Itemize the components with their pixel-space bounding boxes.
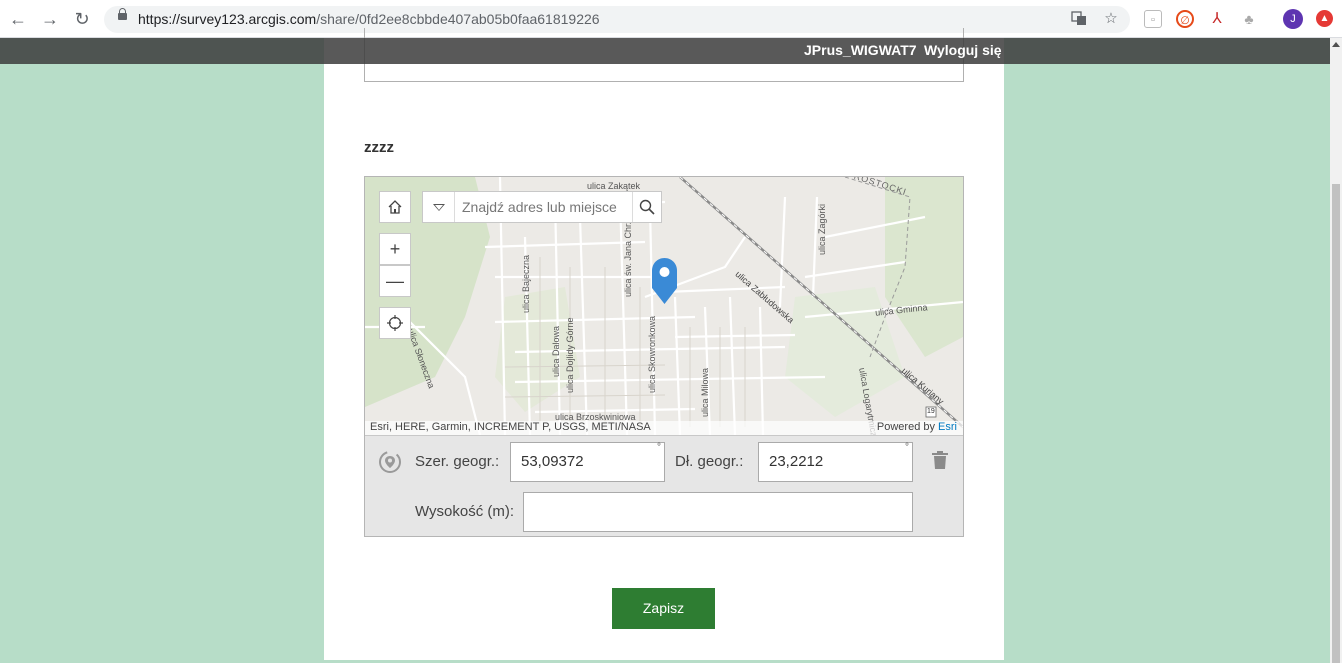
map-attribution: Esri, HERE, Garmin, INCREMENT P, USGS, M…	[365, 421, 963, 435]
road-shield: 19	[927, 408, 935, 415]
question-label: zzzz	[364, 139, 394, 156]
degree-symbol: °	[657, 442, 661, 453]
translate-icon[interactable]	[1070, 10, 1088, 28]
extension-pocket-icon[interactable]: ▫	[1144, 10, 1162, 28]
esri-link[interactable]: Esri	[938, 421, 957, 433]
street-label: ulica Bajeczna	[521, 254, 531, 313]
altitude-input[interactable]	[523, 492, 913, 532]
powered-by-text: Powered by	[876, 421, 935, 433]
star-bookmark-icon[interactable]: ☆	[1102, 10, 1120, 28]
scroll-up-arrow-icon[interactable]	[1332, 42, 1340, 47]
lock-icon	[118, 8, 127, 20]
map-view[interactable]: ulica Zabłudowska ulica Gminna ulica Kur…	[365, 177, 963, 435]
attribution-text: Esri, HERE, Garmin, INCREMENT P, USGS, M…	[370, 421, 651, 433]
extension-puzzle-icon[interactable]: ♣	[1240, 10, 1258, 28]
search-source-dropdown[interactable]	[423, 192, 455, 222]
longitude-input[interactable]: 23,2212 °	[758, 442, 913, 482]
scroll-thumb[interactable]	[1332, 184, 1340, 663]
street-label: ulica Dojlidy Górne	[565, 317, 575, 393]
trash-icon[interactable]	[929, 450, 951, 474]
longitude-value: 23,2212	[769, 453, 824, 470]
url-text: https://survey123.arcgis.com/share/0fd2e…	[138, 11, 600, 27]
extension-circle-icon[interactable]: ∅	[1176, 10, 1194, 28]
zoom-out-button[interactable]: —	[379, 265, 411, 297]
zoom-in-button[interactable]: +	[379, 233, 411, 265]
latitude-label: Szer. geogr.:	[415, 453, 500, 470]
longitude-label: Dł. geogr.:	[675, 453, 744, 470]
minus-icon: —	[386, 271, 404, 291]
search-icon	[639, 199, 655, 215]
home-button[interactable]	[379, 191, 411, 223]
street-label: ulica Dalowa	[551, 325, 561, 377]
street-label: ulica Zagórki	[817, 203, 827, 255]
back-arrow-icon[interactable]: ←	[8, 9, 28, 29]
degree-symbol: °	[905, 442, 909, 453]
save-button[interactable]: Zapisz	[612, 588, 715, 629]
map-search	[422, 191, 662, 223]
search-button[interactable]	[632, 192, 661, 222]
geopoint-question: ulica Zabłudowska ulica Gminna ulica Kur…	[364, 176, 964, 537]
latitude-input[interactable]: 53,09372 °	[510, 442, 665, 482]
geolocation-refresh-icon[interactable]	[377, 449, 403, 475]
plus-icon: +	[389, 239, 401, 259]
locate-button[interactable]	[379, 307, 411, 339]
street-label: ulica Skowronkowa	[647, 315, 657, 393]
page-scrollbar[interactable]	[1330, 38, 1342, 663]
username: JPrus_WIGWAT7	[804, 42, 917, 58]
app-header: JPrus_WIGWAT7 Wyloguj się	[0, 38, 1330, 64]
logout-link[interactable]: Wyloguj się	[924, 42, 1002, 58]
url-host: https://survey123.arcgis.com	[138, 11, 317, 27]
street-label: ulica Zakątek	[587, 181, 641, 191]
powered-by: Powered by Esri	[877, 421, 957, 433]
profile-avatar[interactable]: J	[1283, 9, 1303, 29]
forward-arrow-icon[interactable]: →	[40, 9, 60, 29]
reload-icon[interactable]: ↻	[72, 9, 92, 29]
latitude-value: 53,09372	[521, 453, 584, 470]
survey-form: zzzz ulica Zabłudowska ulica Gminna ulic…	[324, 28, 1004, 660]
coordinates-panel: Szer. geogr.: 53,09372 ° Dł. geogr.: 23,…	[365, 435, 963, 536]
altitude-label: Wysokość (m):	[415, 503, 515, 520]
street-label: ulica Milowa	[700, 367, 710, 417]
map-search-input[interactable]	[456, 192, 632, 222]
url-path: /share/0fd2ee8cbbde407ab05b0faa61819226	[316, 11, 600, 27]
crosshair-icon	[387, 315, 403, 331]
pdf-extension-icon[interactable]: ⅄	[1208, 10, 1226, 28]
home-icon	[388, 200, 402, 214]
location-pin-icon[interactable]	[652, 258, 677, 304]
update-arrow-icon[interactable]: ▲	[1316, 10, 1333, 27]
